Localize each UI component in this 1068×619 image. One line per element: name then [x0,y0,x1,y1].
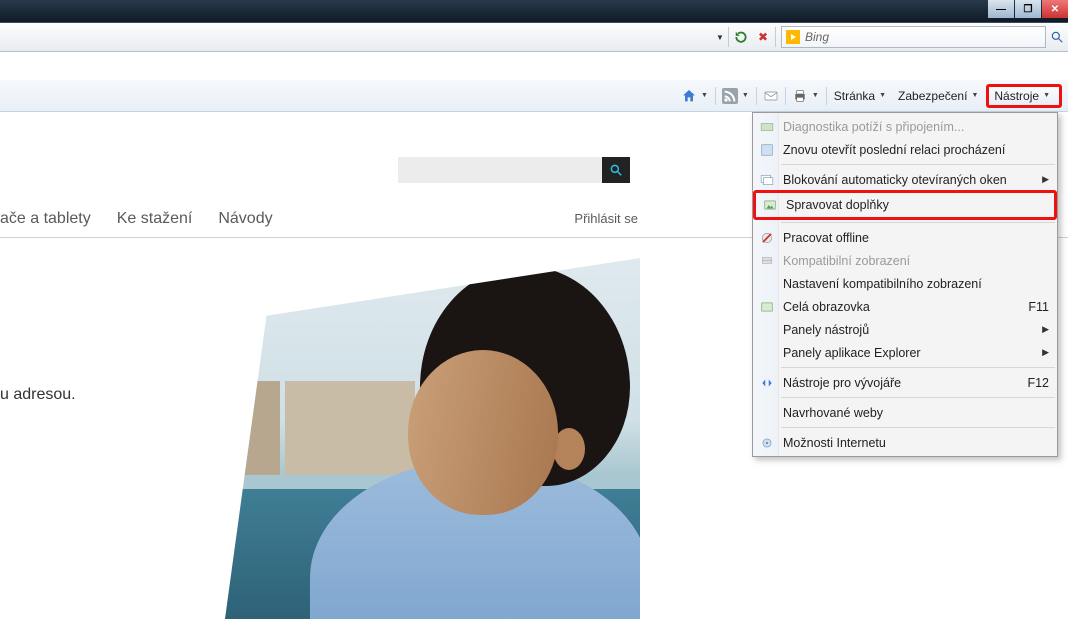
window-maximize-button[interactable]: ❐ [1015,0,1041,18]
nav-item[interactable]: Návody [218,210,272,228]
shortcut-text: F11 [1020,300,1049,314]
menu-item-popup-blocker[interactable]: Blokování automaticky otevíraných oken ▶ [753,168,1057,191]
menu-item-internet-options[interactable]: Možnosti Internetu [753,431,1057,454]
window-titlebar: — ❐ ✕ [0,0,1068,22]
search-go-button[interactable] [1048,26,1066,48]
print-icon[interactable] [791,87,809,105]
separator [785,87,786,105]
compat-icon [757,254,777,268]
separator [728,27,729,47]
dropdown-icon[interactable]: ▼ [742,92,749,99]
submenu-arrow-icon: ▶ [1042,347,1049,358]
menu-item-suggested-sites[interactable]: Navrhované weby [753,401,1057,424]
shortcut-text: F12 [1019,376,1049,390]
options-icon [757,436,777,450]
login-link[interactable]: Přihlásit se [574,211,638,226]
separator [826,87,827,105]
diagnose-icon [757,120,777,134]
window-minimize-button[interactable]: — [988,0,1014,18]
stop-button[interactable]: ✖ [752,26,774,48]
browser-search-placeholder: Bing [805,30,829,44]
site-search [398,157,630,183]
window-close-button[interactable]: ✕ [1042,0,1068,18]
address-dropdown-icon[interactable]: ▼ [713,26,727,48]
dropdown-icon[interactable]: ▼ [812,92,819,99]
devtools-icon [757,376,777,390]
page-body-text: u adresou. [0,386,76,404]
site-search-button[interactable] [602,157,630,183]
browser-search-box[interactable]: Bing [781,26,1046,48]
menu-item-explorer-bars[interactable]: Panely aplikace Explorer ▶ [753,341,1057,364]
menu-item-work-offline[interactable]: Pracovat offline [753,226,1057,249]
nav-item[interactable]: ače a tablety [0,210,91,228]
menu-item-fullscreen[interactable]: Celá obrazovka F11 [753,295,1057,318]
separator [775,27,776,47]
submenu-arrow-icon: ▶ [1042,174,1049,185]
separator [715,87,716,105]
mail-icon[interactable] [762,87,780,105]
menu-item-compat-settings[interactable]: Nastavení kompatibilního zobrazení [753,272,1057,295]
submenu-arrow-icon: ▶ [1042,324,1049,335]
menu-item-compat-view: Kompatibilní zobrazení [753,249,1057,272]
separator [756,87,757,105]
addons-icon [760,198,780,212]
site-search-input[interactable] [398,157,602,183]
menu-item-manage-addons[interactable]: Spravovat doplňky [756,193,1054,217]
reopen-icon [757,143,777,157]
home-icon[interactable] [680,87,698,105]
tools-dropdown-menu: Diagnostika potíží s připojením... Znovu… [752,112,1058,457]
offline-icon [757,231,777,245]
tools-menu-button[interactable]: Nástroje▼ [986,84,1062,108]
bing-icon [786,30,800,44]
address-bar-row: ▼ ✖ Bing [0,22,1068,52]
menu-item-diagnose: Diagnostika potíží s připojením... [753,115,1057,138]
menu-item-reopen-session[interactable]: Znovu otevřít poslední relaci procházení [753,138,1057,161]
refresh-button[interactable] [730,26,752,48]
feeds-icon[interactable] [721,87,739,105]
popup-icon [757,173,777,187]
command-bar: ▼ ▼ ▼ Stránka▼ Zabezpečení▼ Nástroje▼ [0,80,1068,112]
safety-menu-button[interactable]: Zabezpečení▼ [894,86,986,106]
fullscreen-icon [757,300,777,314]
nav-item[interactable]: Ke stažení [117,210,193,228]
menu-item-toolbars[interactable]: Panely nástrojů ▶ [753,318,1057,341]
dropdown-icon[interactable]: ▼ [701,92,708,99]
hero-image [225,258,640,619]
page-menu-button[interactable]: Stránka▼ [830,86,894,106]
menu-item-dev-tools[interactable]: Nástroje pro vývojáře F12 [753,371,1057,394]
